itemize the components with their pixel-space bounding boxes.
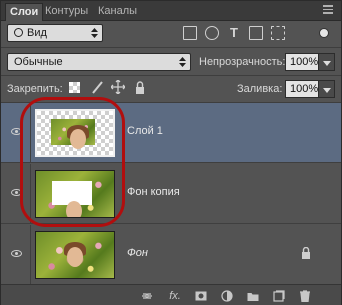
fx-icon[interactable]: fx. xyxy=(167,290,183,302)
group-icon[interactable] xyxy=(247,290,259,302)
eye-icon[interactable] xyxy=(11,250,22,257)
new-layer-icon[interactable] xyxy=(273,290,285,302)
layer-thumbnail[interactable] xyxy=(35,231,115,279)
tab-layers[interactable]: Слои xyxy=(5,3,44,21)
layers-panel: Слои Контуры Каналы Вид T Обычные Непроз… xyxy=(0,0,342,305)
search-icon xyxy=(14,28,23,37)
tab-bar: Слои Контуры Каналы xyxy=(1,1,341,21)
bottom-toolbar: fx. xyxy=(1,284,341,305)
mask-icon[interactable] xyxy=(195,290,207,302)
blend-row: Обычные Непрозрачность: 100% xyxy=(7,51,337,73)
fill-input[interactable]: 100% xyxy=(285,80,319,98)
fill-label: Заливка: xyxy=(237,83,283,95)
divider xyxy=(1,75,341,76)
lock-position-move-icon[interactable] xyxy=(111,80,125,94)
annotation-highlight xyxy=(20,97,125,227)
link-icon[interactable] xyxy=(141,290,153,302)
opacity-label: Непрозрачность: xyxy=(199,56,286,68)
divider xyxy=(1,47,341,48)
filter-type-icon[interactable]: T xyxy=(227,26,241,40)
chevron-down-icon xyxy=(323,88,331,93)
panel-menu-icon[interactable] xyxy=(323,5,333,15)
layer-row-background[interactable]: Фон xyxy=(1,225,341,285)
filter-kind-select[interactable]: Вид xyxy=(7,24,103,42)
lock-icon xyxy=(302,247,310,259)
fill-dropdown[interactable] xyxy=(319,80,335,98)
blend-mode-select[interactable]: Обычные xyxy=(7,53,191,71)
layer-name[interactable]: Фон копия xyxy=(127,186,180,198)
lock-pixels-brush-icon[interactable] xyxy=(91,81,104,94)
opacity-dropdown[interactable] xyxy=(319,53,335,71)
chevron-updown-icon xyxy=(179,57,186,67)
filter-shape-icon[interactable] xyxy=(249,26,263,40)
layer-name[interactable]: Слой 1 xyxy=(127,125,163,137)
filter-row: Вид T xyxy=(7,23,337,45)
trash-icon[interactable] xyxy=(299,290,311,302)
lock-all-icon[interactable] xyxy=(135,81,145,94)
visibility-cell[interactable] xyxy=(1,225,31,285)
filter-adjustment-icon[interactable] xyxy=(205,26,219,40)
opacity-input[interactable]: 100% xyxy=(285,53,319,71)
chevron-updown-icon xyxy=(91,28,98,38)
blend-mode-value: Обычные xyxy=(14,56,63,68)
filter-kind-value: Вид xyxy=(27,27,47,39)
lock-transparency-icon[interactable] xyxy=(69,82,80,93)
filter-toggle-icon[interactable] xyxy=(319,28,329,38)
tab-paths[interactable]: Контуры xyxy=(41,3,92,21)
filter-pixel-icon[interactable] xyxy=(183,26,197,40)
lock-label: Закрепить: xyxy=(7,83,63,95)
layer-name[interactable]: Фон xyxy=(127,247,148,259)
chevron-down-icon xyxy=(323,61,331,66)
tab-channels[interactable]: Каналы xyxy=(94,3,141,21)
adjustment-icon[interactable] xyxy=(221,290,233,302)
filter-smartobject-icon[interactable] xyxy=(271,26,285,40)
